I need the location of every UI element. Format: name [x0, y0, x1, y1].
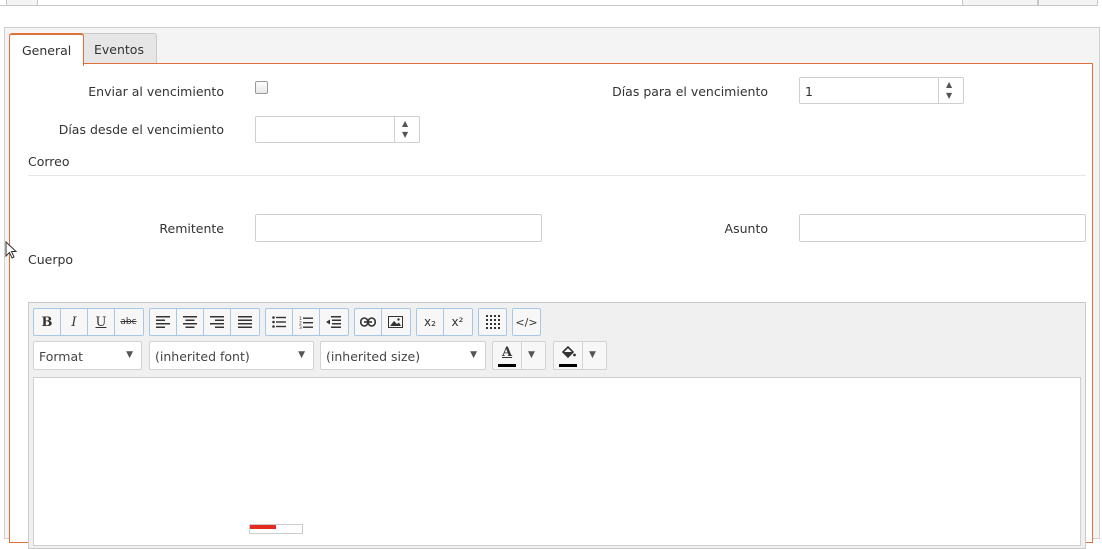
dias-desde-spinner[interactable]: ▲ ▼ [394, 117, 419, 142]
top-divider [0, 5, 1098, 6]
bulleted-list-icon [272, 316, 286, 328]
toolbar-group-table [478, 308, 507, 336]
spin-up-icon[interactable]: ▲ [946, 81, 952, 89]
tab-content-general: Enviar al vencimiento Días para el venci… [9, 63, 1093, 549]
chevron-down-icon: ▼ [470, 350, 477, 360]
dias-desde-label: Días desde el vencimiento [58, 122, 224, 137]
source-code-button[interactable]: </> [513, 309, 540, 335]
image-icon [388, 316, 403, 328]
chevron-down-icon[interactable]: ▼ [528, 350, 535, 360]
bold-button[interactable]: B [34, 309, 61, 335]
numbered-list-icon: 123 [299, 316, 313, 329]
chevron-down-icon: ▼ [298, 350, 305, 360]
tab-general[interactable]: General [9, 33, 85, 66]
asunto-label: Asunto [724, 221, 768, 236]
editor-content-area[interactable] [33, 377, 1081, 546]
numbered-list-button[interactable]: 123 [293, 309, 320, 335]
top-button-fragment [1038, 0, 1098, 6]
divider [582, 342, 583, 369]
table-icon [485, 315, 500, 329]
size-select-value: (inherited size) [326, 349, 421, 364]
align-right-icon [210, 316, 224, 328]
enviar-label: Enviar al vencimiento [88, 84, 224, 99]
align-justify-button[interactable] [231, 309, 258, 335]
align-center-button[interactable] [177, 309, 204, 335]
toolbar-group-lists: 123 [265, 308, 349, 336]
remitente-label: Remitente [159, 221, 224, 236]
toolbar-group-source: </> [512, 308, 541, 336]
tab-eventos[interactable]: Eventos [81, 33, 157, 64]
form-panel: General Eventos Enviar al vencimiento Dí… [4, 27, 1100, 549]
align-justify-icon [237, 316, 252, 328]
subscript-button[interactable]: x₂ [417, 309, 444, 335]
size-select[interactable]: (inherited size) ▼ [320, 341, 486, 370]
font-select[interactable]: (inherited font) ▼ [149, 341, 314, 370]
align-right-button[interactable] [204, 309, 231, 335]
bulleted-list-button[interactable] [266, 309, 293, 335]
svg-text:3: 3 [299, 325, 302, 329]
link-button[interactable] [355, 309, 382, 335]
image-button[interactable] [382, 309, 409, 335]
link-icon [360, 317, 376, 327]
table-button[interactable] [479, 309, 506, 335]
toggle-switch[interactable] [249, 524, 303, 534]
correo-section-title: Correo [28, 154, 70, 169]
remitente-input[interactable] [255, 214, 542, 242]
spin-up-icon[interactable]: ▲ [402, 120, 408, 128]
cuerpo-label: Cuerpo [28, 252, 74, 267]
asunto-input[interactable] [799, 214, 1086, 242]
chevron-down-icon[interactable]: ▼ [589, 350, 596, 360]
text-color-button[interactable]: A ▼ [492, 341, 546, 370]
top-tab-fragment [6, 0, 38, 6]
italic-button[interactable]: I [61, 309, 88, 335]
superscript-button[interactable]: x² [444, 309, 471, 335]
correo-divider [28, 175, 1086, 176]
dias-para-value: 1 [805, 84, 813, 99]
outdent-icon [326, 316, 341, 328]
text-color-swatch [498, 364, 516, 367]
spin-down-icon[interactable]: ▼ [402, 131, 408, 139]
align-left-icon [156, 316, 170, 328]
strikethrough-button[interactable]: abc [115, 309, 142, 335]
font-select-value: (inherited font) [155, 349, 250, 364]
toolbar-group-align [149, 308, 260, 336]
background-color-button[interactable]: ▼ [553, 341, 607, 370]
toolbar-group-insert [354, 308, 411, 336]
align-center-icon [183, 316, 197, 328]
spin-down-icon[interactable]: ▼ [946, 92, 952, 100]
divider [521, 342, 522, 369]
toolbar-group-basic: B I U abc [33, 308, 144, 336]
chevron-down-icon: ▼ [126, 350, 133, 360]
format-select[interactable]: Format ▼ [33, 341, 142, 370]
dias-para-spinner[interactable]: ▲ ▼ [938, 78, 963, 103]
background-color-swatch [559, 364, 577, 367]
mouse-cursor-icon [5, 241, 18, 259]
underline-button[interactable]: U [88, 309, 115, 335]
top-edge [0, 0, 1102, 8]
toolbar-group-script: x₂ x² [416, 308, 473, 336]
top-button-fragment [962, 0, 1038, 6]
outdent-button[interactable] [320, 309, 347, 335]
dias-desde-input[interactable]: ▲ ▼ [255, 116, 420, 143]
align-left-button[interactable] [150, 309, 177, 335]
format-select-value: Format [39, 349, 84, 364]
dias-para-label: Días para el vencimiento [612, 84, 768, 99]
dias-para-input[interactable]: 1 ▲ ▼ [799, 77, 964, 104]
rich-text-editor: B I U abc 1 2 3 x₂ x² </> Format ▼ (inhe… [28, 302, 1086, 549]
enviar-checkbox[interactable] [255, 81, 268, 94]
toggle-on-indicator [250, 525, 276, 529]
